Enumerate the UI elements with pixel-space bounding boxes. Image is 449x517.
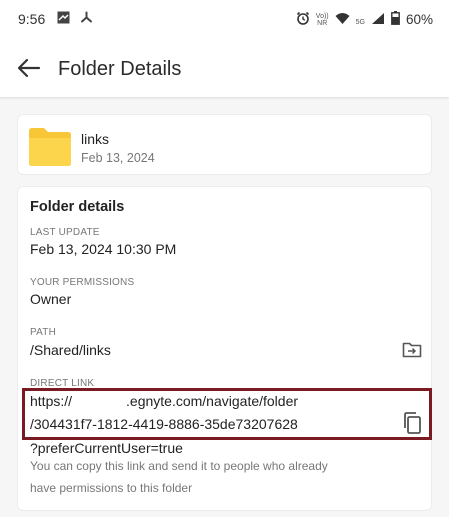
move-folder-icon (402, 342, 422, 358)
arrow-back-icon (17, 58, 41, 78)
battery-percent: 60% (405, 12, 433, 27)
network-type: 5G (355, 19, 365, 26)
copy-icon (404, 412, 421, 434)
alarm-icon (296, 11, 310, 28)
back-button[interactable] (16, 56, 42, 80)
folder-date: Feb 13, 2024 (81, 151, 155, 165)
last-update-label: LAST UPDATE (30, 227, 100, 238)
notification-icon (57, 11, 70, 29)
status-time: 9:56 (18, 11, 46, 27)
direct-link-line-3: ?preferCurrentUser=true (30, 440, 183, 456)
wifi-icon (335, 12, 350, 28)
battery-icon (391, 11, 400, 28)
link-highlight-box (22, 388, 432, 440)
permissions-value: Owner (30, 291, 72, 307)
open-folder-button[interactable] (402, 341, 422, 359)
folder-icon (29, 128, 71, 166)
copy-link-button[interactable] (402, 411, 422, 435)
path-label: PATH (30, 327, 56, 338)
permissions-label: YOUR PERMISSIONS (30, 277, 135, 288)
app-bar: Folder Details (0, 38, 449, 98)
folder-name: links (81, 131, 110, 147)
hint-text-line-1: You can copy this link and send it to pe… (30, 459, 328, 473)
path-value: /Shared/links (30, 342, 111, 358)
section-title: Folder details (30, 199, 125, 215)
folder-summary-card: links Feb 13, 2024 (17, 114, 432, 175)
hint-text-line-2: have permissions to this folder (30, 481, 193, 495)
page-title: Folder Details (58, 58, 182, 80)
last-update-value: Feb 13, 2024 10:30 PM (30, 241, 177, 257)
status-bar: 9:56 Vo)) NR 5G 60% (0, 0, 449, 38)
fan-icon (80, 11, 93, 29)
signal-icon (371, 12, 385, 28)
volte-indicator: Vo)) NR (315, 12, 329, 27)
folder-details-card: Folder details LAST UPDATE Feb 13, 2024 … (17, 186, 432, 511)
